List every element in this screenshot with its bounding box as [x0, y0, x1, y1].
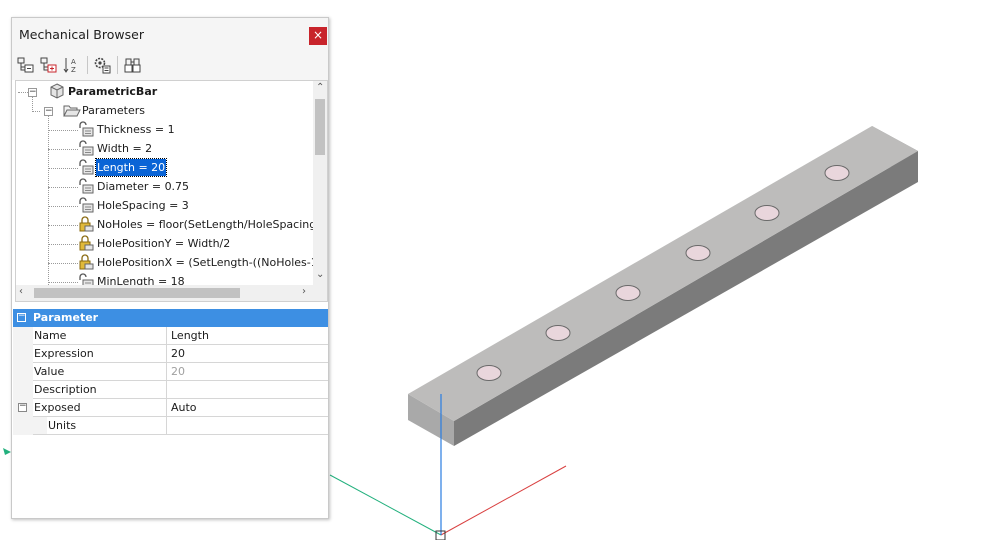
binoculars-icon[interactable] [123, 55, 143, 75]
exposed-collapse-icon[interactable]: − [18, 402, 27, 412]
tree-parameter-label: NoHoles = floor(SetLength/HoleSpacing) [97, 218, 321, 231]
property-key: Expression [33, 345, 167, 363]
tree-node-parameter[interactable]: HoleSpacing = 3 [16, 196, 316, 215]
panel-titlebar[interactable]: Mechanical Browser × [12, 18, 328, 52]
tree-node-parameter[interactable]: Thickness = 1 [16, 120, 316, 139]
vertical-scroll-thumb[interactable] [315, 99, 325, 155]
hole [824, 165, 850, 181]
property-key: Name [33, 327, 167, 345]
collapse-toggle[interactable]: − [28, 88, 37, 97]
hole [545, 325, 571, 341]
svg-text:A: A [71, 58, 76, 66]
property-key: Description [33, 381, 167, 399]
hole [615, 285, 641, 301]
scroll-right-icon[interactable]: › [302, 286, 306, 297]
tree-parameter-label: Diameter = 0.75 [97, 180, 190, 193]
tree-parameter-label: HolePositionY = Width/2 [97, 237, 231, 250]
scroll-up-icon[interactable]: ⌃ [316, 82, 324, 93]
tree-parameter-label: HoleSpacing = 3 [97, 199, 189, 212]
property-value[interactable]: Auto [167, 399, 328, 417]
property-category-header[interactable]: − Parameter [13, 309, 328, 327]
property-key: Units [47, 417, 167, 435]
property-row-description[interactable]: Description [13, 381, 328, 399]
tree-parameter-label: Length = 20 [94, 158, 168, 177]
tree-horizontal-scrollbar[interactable]: ‹ › [16, 285, 327, 301]
hole [754, 205, 780, 221]
close-button[interactable]: × [309, 27, 327, 45]
property-value[interactable] [167, 417, 328, 435]
tree-root-label: ParametricBar [68, 85, 158, 98]
property-value[interactable]: Length [167, 327, 328, 345]
tree-node-parameter[interactable]: NoHoles = floor(SetLength/HoleSpacing) [16, 215, 321, 234]
category-title: Parameter [33, 311, 99, 324]
hole [685, 245, 711, 261]
property-value[interactable]: 20 [167, 345, 328, 363]
green-arrow-icon [3, 448, 11, 455]
tree-node-parameters[interactable]: − Parameters [16, 101, 316, 120]
property-row-units[interactable]: Units [13, 417, 328, 435]
y-axis-line [329, 474, 442, 536]
tree-expand-icon[interactable] [39, 55, 59, 75]
tree-parameter-label: Thickness = 1 [97, 123, 175, 136]
x-axis-line [440, 465, 567, 536]
property-row-expression[interactable]: Expression 20 [13, 345, 328, 363]
category-collapse-icon[interactable]: − [17, 312, 26, 322]
property-key: Exposed [33, 399, 167, 417]
sort-az-icon[interactable]: A Z [62, 55, 82, 75]
collapse-toggle[interactable]: − [44, 107, 53, 116]
horizontal-scroll-thumb[interactable] [34, 288, 240, 298]
settings-icon[interactable] [92, 55, 112, 75]
tree-node-parameter[interactable]: Width = 2 [16, 139, 316, 158]
tree-node-parameter[interactable]: Diameter = 0.75 [16, 177, 316, 196]
property-grid: − Parameter Name Length Expression 20 Va… [13, 309, 328, 499]
tree-node-parameter[interactable]: HolePositionY = Width/2 [16, 234, 316, 253]
tree-parameter-label: HolePositionX = (SetLength-((NoHoles-1)*… [97, 256, 328, 269]
tree-node-parameter[interactable]: Length = 20 [16, 158, 316, 177]
property-row-exposed[interactable]: − Exposed Auto [13, 399, 328, 417]
property-key: Value [33, 363, 167, 381]
tree-parameter-label: Width = 2 [97, 142, 153, 155]
property-row-name[interactable]: Name Length [13, 327, 328, 345]
scroll-left-icon[interactable]: ‹ [19, 286, 23, 297]
browser-toolbar: A Z [12, 52, 328, 80]
svg-text:Z: Z [71, 66, 76, 74]
hole [476, 365, 502, 381]
property-value[interactable] [167, 381, 328, 399]
tree-collapse-icon[interactable] [16, 55, 36, 75]
tree-node-parameter[interactable]: HolePositionX = (SetLength-((NoHoles-1)*… [16, 253, 327, 272]
property-value-readonly: 20 [167, 363, 328, 381]
tree-group-label: Parameters [82, 104, 145, 117]
panel-title: Mechanical Browser [19, 27, 144, 42]
scroll-down-icon[interactable]: ⌄ [316, 269, 324, 280]
feature-tree[interactable]: − ParametricBar − Parameters Thickness =… [15, 80, 328, 302]
tree-vertical-scrollbar[interactable]: ⌃ ⌄ [313, 81, 327, 285]
tree-node-root[interactable]: − ParametricBar [16, 82, 316, 101]
bar-front-face [454, 151, 918, 446]
property-row-value: Value 20 [13, 363, 328, 381]
mechanical-browser-panel: Mechanical Browser × A Z − ParametricBar… [11, 17, 329, 519]
